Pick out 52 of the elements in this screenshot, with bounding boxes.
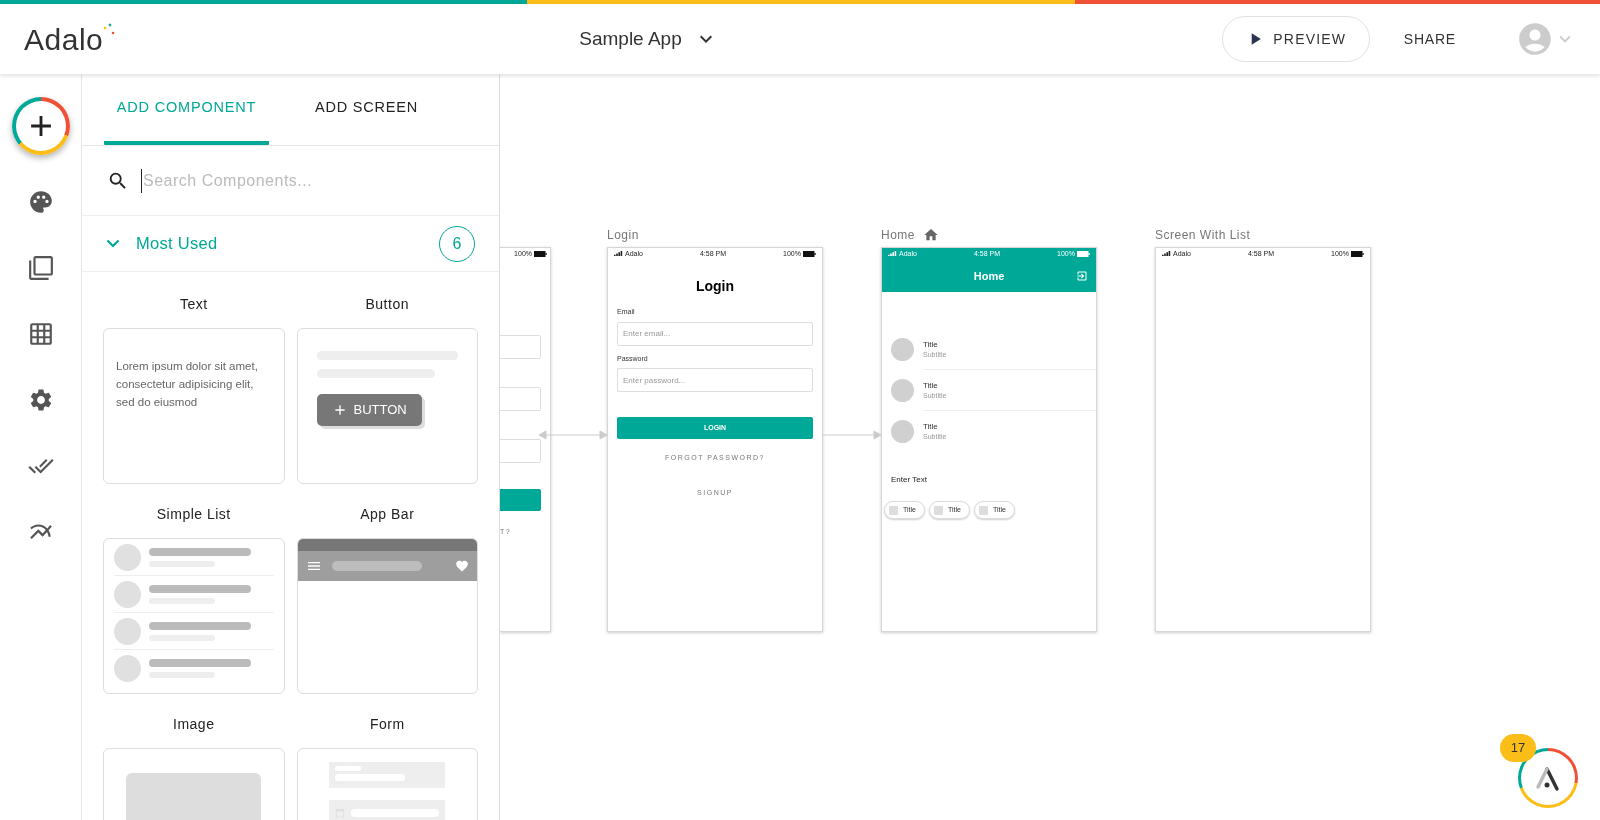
double-arrow-connector xyxy=(539,430,607,440)
chip-icon xyxy=(978,505,988,515)
component-card[interactable]: BUTTON xyxy=(296,328,478,484)
input-field[interactable]: Enter email... xyxy=(617,321,813,346)
sample-text: Lorem ipsum dolor sit amet, consectetur adipisicing elit, sed do eiusmod xyxy=(116,359,259,410)
arrow-connector xyxy=(823,430,881,440)
screen-label: Login xyxy=(607,227,639,244)
screens-icon[interactable] xyxy=(27,255,54,281)
component-label: Text xyxy=(179,295,208,314)
battery-icon xyxy=(1351,251,1364,257)
component-card[interactable] xyxy=(296,538,478,694)
app-bar-title: Home xyxy=(973,268,1005,284)
sparkle-icon xyxy=(103,23,116,37)
input-field[interactable]: Enter password... xyxy=(617,368,813,392)
logout-icon[interactable] xyxy=(1076,270,1088,282)
chip-icon xyxy=(933,505,943,515)
component-label: App Bar xyxy=(360,505,415,524)
heart-icon xyxy=(455,559,469,573)
component-card[interactable] xyxy=(103,538,285,694)
home-icon xyxy=(923,227,939,243)
add-button[interactable] xyxy=(11,97,70,155)
component-label: Image xyxy=(173,715,215,734)
component-label: Button xyxy=(365,295,409,314)
battery-icon xyxy=(534,251,547,257)
signal-icon xyxy=(614,251,623,257)
signal-icon xyxy=(888,251,897,257)
palette-icon[interactable] xyxy=(27,189,54,215)
screen-label: Screen With List xyxy=(1155,227,1251,244)
notification-badge: 17 xyxy=(1500,734,1536,762)
component-label: Form xyxy=(369,715,405,734)
section-title: Most Used xyxy=(136,233,218,255)
signal-icon xyxy=(1162,251,1171,257)
battery-icon xyxy=(1077,251,1090,257)
panel-tab[interactable]: ADD SCREEN xyxy=(284,74,449,145)
list-title: Title xyxy=(923,338,939,350)
search-field[interactable]: Search Components... xyxy=(141,168,474,193)
login-title: Login xyxy=(694,277,736,296)
logo[interactable]: Adalo xyxy=(24,16,116,62)
screen-label: Home xyxy=(881,227,915,244)
share-button[interactable]: SHARE xyxy=(1403,28,1456,50)
component-card[interactable]: Lorem ipsum dolor sit amet, consectetur adipisicing elit, sed do eiusmod xyxy=(103,328,285,484)
component-label: Simple List xyxy=(156,505,231,524)
database-icon[interactable] xyxy=(27,321,54,347)
list-title: Title xyxy=(923,379,939,391)
avatar-icon[interactable] xyxy=(1516,20,1554,58)
battery-icon xyxy=(803,251,816,257)
sample-button-label: BUTTON xyxy=(353,401,407,420)
chip-icon xyxy=(889,505,898,515)
chevron-down-icon xyxy=(106,239,120,248)
app-selector[interactable]: Sample App xyxy=(579,24,718,54)
list-title: Title xyxy=(923,421,939,432)
body-text: Enter Text xyxy=(891,474,928,486)
